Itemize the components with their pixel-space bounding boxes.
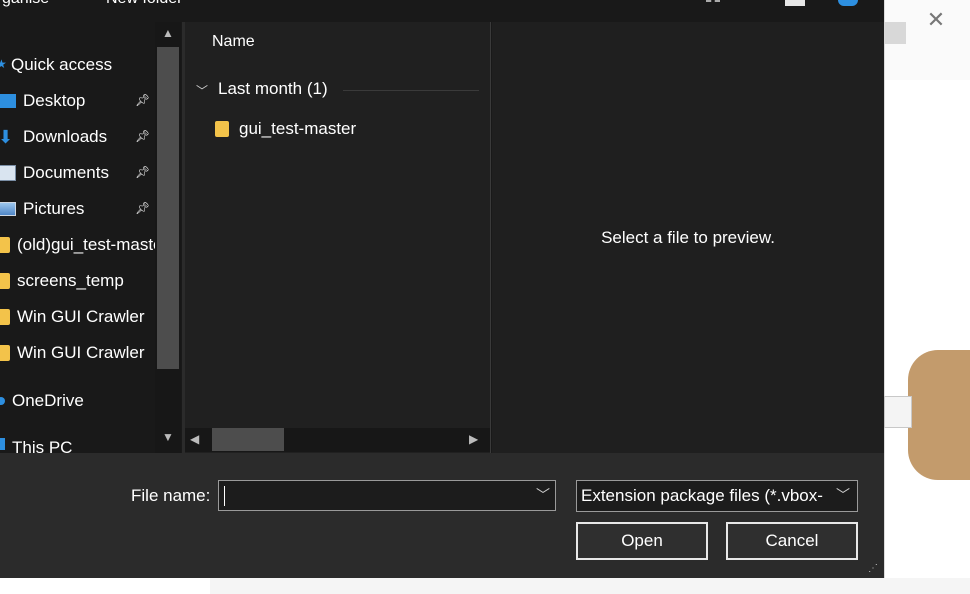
nav-item-label: This PC	[12, 438, 73, 453]
view-options-icon[interactable]	[706, 0, 720, 8]
background-illustration	[908, 350, 970, 480]
nav-item-win-gui-crawler-2[interactable]: Win GUI Crawler	[0, 335, 155, 371]
background-input[interactable]	[884, 396, 912, 428]
nav-item-downloads[interactable]: ⬇ Downloads 📌︎	[0, 119, 160, 155]
nav-item-old-gui-test-master[interactable]: (old)gui_test-master	[0, 227, 155, 263]
help-icon[interactable]	[838, 0, 858, 6]
nav-item-label: Pictures	[23, 199, 85, 218]
toolbar-organise-button[interactable]: ganise	[2, 0, 49, 8]
preview-pane-icon[interactable]	[785, 0, 805, 6]
nav-item-label: Win GUI Crawler	[17, 307, 145, 326]
chevron-down-icon[interactable]: ﹀	[536, 485, 550, 505]
column-header-name[interactable]: Name	[212, 33, 255, 51]
group-header-last-month[interactable]: Last month (1)	[218, 79, 328, 99]
list-item[interactable]: gui_test-master	[215, 117, 356, 141]
documents-icon	[0, 165, 16, 181]
nav-scrollbar-thumb[interactable]	[157, 47, 179, 369]
background-bottom-strip	[210, 578, 970, 594]
computer-icon	[0, 438, 5, 450]
folder-icon	[0, 345, 10, 361]
text-caret	[224, 486, 225, 506]
folder-icon	[0, 273, 10, 289]
folder-icon	[215, 121, 229, 137]
pin-icon[interactable]: 📌︎	[135, 165, 150, 181]
scroll-up-arrow-icon[interactable]: ▲	[157, 26, 179, 44]
nav-item-label: (old)gui_test-master	[17, 235, 155, 254]
nav-item-this-pc[interactable]: This PC	[0, 430, 160, 453]
nav-item-label: OneDrive	[12, 391, 84, 410]
cloud-icon	[0, 397, 5, 405]
group-divider	[343, 90, 479, 91]
background-grey-box	[884, 22, 906, 44]
nav-item-label: Quick access	[11, 55, 113, 74]
file-item-label: gui_test-master	[239, 119, 357, 138]
toolbar-new-folder-button[interactable]: New folder	[106, 0, 182, 8]
file-name-input[interactable]	[218, 480, 556, 511]
nav-item-label: Downloads	[23, 127, 108, 146]
chevron-down-icon[interactable]: ﹀	[836, 485, 850, 505]
file-type-filter-value: Extension package files (*.vbox-	[581, 486, 823, 505]
scroll-down-arrow-icon[interactable]: ▼	[157, 430, 179, 448]
nav-item-label: Desktop	[23, 91, 86, 110]
folder-icon	[0, 309, 10, 325]
nav-item-pictures[interactable]: Pictures 📌︎	[0, 191, 160, 227]
pin-icon[interactable]: 📌︎	[135, 93, 150, 109]
nav-item-screens-temp[interactable]: screens_temp	[0, 263, 160, 299]
nav-item-label: screens_temp	[17, 271, 124, 290]
nav-item-quick-access[interactable]: ★ Quick access	[0, 47, 160, 83]
nav-item-win-gui-crawler[interactable]: Win GUI Crawler	[0, 299, 155, 335]
scroll-left-arrow-icon[interactable]: ◀	[190, 432, 199, 446]
folder-icon	[0, 237, 10, 253]
nav-item-desktop[interactable]: Desktop 📌︎	[0, 83, 160, 119]
star-icon: ★	[0, 57, 7, 71]
nav-item-label: Documents	[23, 163, 109, 182]
resize-grip-icon[interactable]: ⋰	[868, 563, 882, 577]
cancel-button[interactable]: Cancel	[726, 522, 858, 560]
pictures-icon	[0, 202, 16, 216]
chevron-down-icon[interactable]: ﹀	[196, 82, 208, 99]
pin-icon[interactable]: 📌︎	[135, 129, 150, 145]
scroll-right-arrow-icon[interactable]: ▶	[469, 432, 478, 446]
nav-item-onedrive[interactable]: OneDrive	[0, 383, 160, 419]
column-separator	[490, 22, 491, 453]
file-name-label: File name:	[131, 486, 211, 505]
nav-item-documents[interactable]: Documents 📌︎	[0, 155, 160, 191]
nav-item-label: Win GUI Crawler	[17, 343, 145, 362]
preview-message: Select a file to preview.	[601, 228, 775, 247]
open-button[interactable]: Open	[576, 522, 708, 560]
download-arrow-icon: ⬇	[0, 127, 14, 147]
background-window-panel	[884, 80, 970, 594]
pin-icon[interactable]: 📌︎	[135, 201, 150, 217]
desktop-icon	[0, 94, 16, 108]
background-close-icon[interactable]: ✕	[924, 8, 948, 32]
horizontal-scrollbar-thumb[interactable]	[212, 428, 284, 451]
dialog-toolbar: ganise New folder	[0, 0, 884, 22]
